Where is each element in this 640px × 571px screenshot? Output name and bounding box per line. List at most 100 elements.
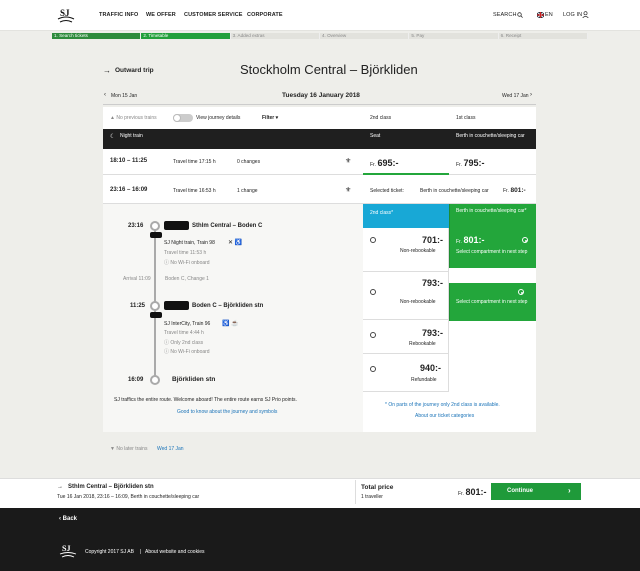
page-title: Stockholm Central – Björkliden [240, 62, 418, 77]
change-info: Boden C, Change 1 [165, 276, 209, 282]
journey-details-label[interactable]: View journey details [196, 115, 240, 121]
first1-price: Fr. 801:- [456, 235, 485, 245]
option3-price: 793:- [422, 328, 444, 338]
arrival-time: Arrival 11:09 [123, 276, 151, 282]
option2-price: 793:- [422, 278, 444, 288]
wifi-label: No Wi-Fi onboard [170, 260, 210, 266]
arrow-right-icon: → [103, 66, 111, 75]
step-receipt: 6. Receipt [498, 33, 588, 39]
no-previous-trains: ▲ No previous trains [110, 115, 157, 121]
sj-logo-icon[interactable]: SJ [56, 6, 76, 26]
restaurant-icon: ✕ ♿ [228, 240, 243, 246]
fr-label: Fr. [458, 491, 464, 497]
row1-changes: 0 changes [237, 159, 261, 165]
back-link[interactable]: ‹ Back [59, 516, 77, 522]
row1-berth-price[interactable]: Fr. 795:- [456, 158, 485, 168]
row1-seat-price[interactable]: Fr. 695:- [370, 158, 399, 168]
sj-footer-logo-icon: SJ [59, 544, 77, 558]
good-to-know-link[interactable]: Good to know about the journey and symbo… [177, 409, 277, 415]
fr-label: Fr. [456, 162, 462, 168]
row2-travel: Travel time 16:53 h [173, 188, 216, 194]
radio-first-2[interactable] [518, 289, 524, 295]
leg2-travel-time: Travel time 4:44 h [164, 330, 204, 336]
stop-dot [150, 221, 160, 231]
leg1-train: SJ Night train, Train 98 [164, 240, 215, 246]
seat-label: Seat [370, 133, 381, 139]
copyright: Copyright 2017 SJ AB [85, 549, 134, 555]
leg1-travel-time: Travel time 11:53 h [164, 250, 207, 256]
stop-dot [150, 301, 160, 311]
continue-button[interactable]: Continue › [491, 483, 581, 500]
fr-label: Fr. [370, 162, 376, 168]
about-cookies-link[interactable]: About website and cookies [145, 549, 204, 555]
search-icon[interactable] [517, 12, 523, 18]
sj-train-icon: ⚜ [345, 187, 352, 194]
row2-changes: 1 change [237, 188, 258, 194]
next-day-link[interactable]: Wed 17 Jan [502, 93, 529, 99]
selected-ticket-price: Fr. 801:- [503, 187, 526, 194]
ticket-categories-link[interactable]: About our ticket categories [415, 413, 474, 419]
radio-option-2[interactable] [370, 289, 376, 295]
login-link[interactable]: LOG IN [563, 12, 582, 18]
journey-details-toggle[interactable] [173, 114, 193, 122]
accessibility-icon: ♿ ☕ [222, 321, 239, 327]
dep-time-2: 11:25 [130, 303, 146, 309]
route-note: SJ traffics the entire route. Welcome ab… [114, 397, 297, 403]
uk-flag-icon[interactable] [537, 12, 544, 18]
berth-label: Berth in couchette/sleeping car [456, 133, 525, 139]
site-header: SJ TRAFFIC INFO WE OFFER CUSTOMER SERVIC… [0, 0, 640, 31]
total-price-label: Total price [361, 484, 394, 491]
prev-day-link[interactable]: Mon 15 Jan [111, 93, 137, 99]
current-date: Tuesday 16 January 2018 [282, 92, 360, 99]
nav-traffic-info[interactable]: TRAFFIC INFO [99, 12, 138, 18]
total-price: Fr. 801:- [458, 487, 487, 497]
partial-note: * On parts of the journey only 2nd class… [385, 402, 500, 408]
leg2-wifi: ⓘ No Wi-Fi onboard [164, 349, 210, 355]
arr-time-3: 16:09 [128, 377, 144, 383]
filter-label: Filter [262, 115, 275, 121]
option4-price: 940:- [420, 363, 442, 373]
nav-customer-service[interactable]: CUSTOMER SERVICE [184, 12, 243, 18]
redaction-mark [164, 221, 189, 230]
radio-option-3[interactable] [370, 332, 376, 338]
leg2-train: SJ InterCity, Train 96 [164, 321, 211, 327]
row1-time: 18:10 – 11:25 [110, 158, 148, 164]
stop-dot [150, 375, 160, 385]
only-second-label: Only 2nd class [170, 340, 204, 346]
wifi-label: No Wi-Fi onboard [170, 349, 210, 355]
back-label: Back [62, 516, 78, 522]
nav-corporate[interactable]: CORPORATE [247, 12, 283, 18]
filter-button[interactable]: Filter ▾ [262, 115, 278, 121]
option-first-1[interactable] [449, 228, 536, 268]
option-second-4[interactable] [363, 354, 449, 392]
leg2-only-second: ⓘ Only 2nd class [164, 340, 204, 346]
user-icon[interactable] [582, 11, 589, 18]
option2-cond: Non-rebookable [400, 299, 436, 305]
selected-price-value: 801:- [510, 187, 526, 194]
radio-option-4[interactable] [370, 366, 376, 372]
outward-trip-label: Outward trip [115, 67, 154, 74]
col-first-class: 1st class [456, 115, 476, 121]
redaction-mark [150, 232, 162, 238]
nav-we-offer[interactable]: WE OFFER [146, 12, 176, 18]
leg1-title: Sthlm Central – Boden C [192, 223, 263, 229]
total-price-value: 801:- [465, 487, 487, 497]
dep-time-1: 23:16 [128, 223, 144, 229]
chevron-right-icon[interactable]: › [530, 92, 532, 98]
moon-icon: ☾ [110, 134, 116, 140]
radio-option-1[interactable] [370, 237, 376, 243]
step-search[interactable]: 1. Search tickets [52, 33, 142, 39]
divider [103, 104, 536, 105]
site-footer [0, 508, 640, 571]
step-extras: 3. Added extras [230, 33, 320, 39]
language-label[interactable]: EN [545, 12, 553, 18]
row1-seat-value: 695:- [377, 158, 399, 168]
destination: Björkliden stn [172, 376, 216, 383]
search-link[interactable]: SEARCH [493, 12, 517, 18]
chevron-left-icon[interactable]: ‹ [104, 92, 106, 98]
fr-label: Fr. [456, 239, 462, 245]
radio-first-1[interactable] [522, 237, 528, 243]
next-day-link-bottom[interactable]: Wed 17 Jan [157, 446, 184, 452]
option4-cond: Refundable [411, 377, 437, 383]
option1-price: 701:- [422, 235, 444, 245]
